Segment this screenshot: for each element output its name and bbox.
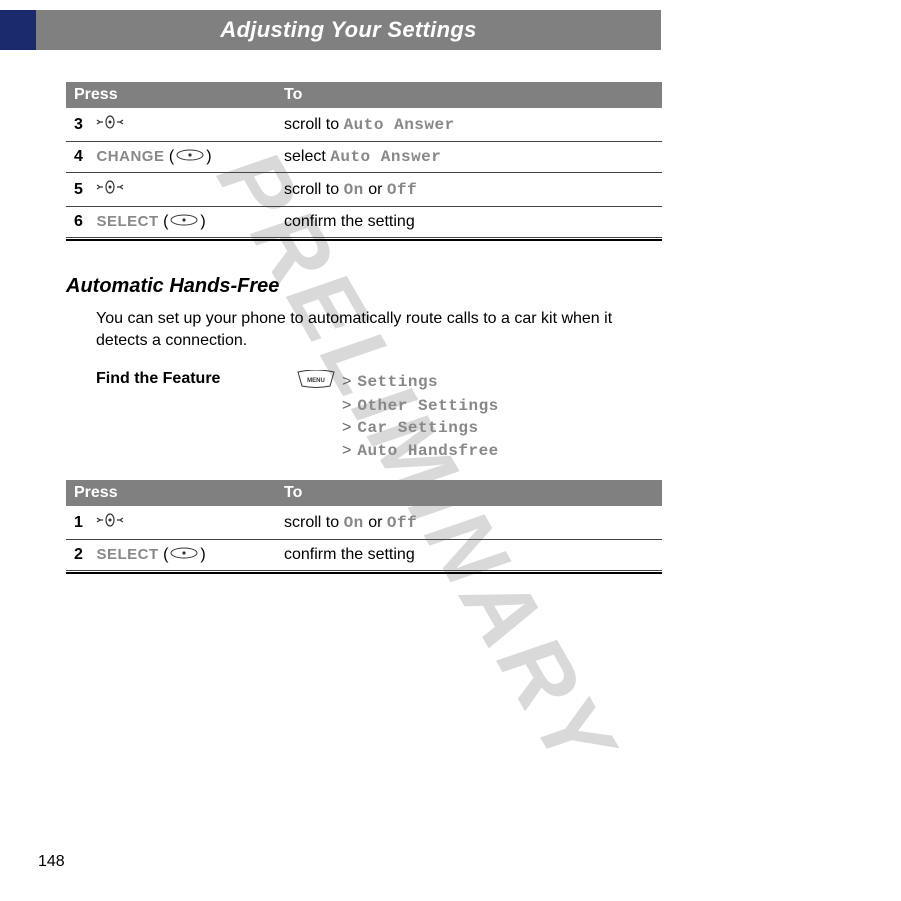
path-separator: >: [342, 417, 351, 439]
step-number: 2: [74, 546, 92, 564]
to-text: or: [364, 181, 387, 198]
step-number: 4: [74, 148, 92, 166]
menu-path-item: Car Settings: [357, 417, 478, 439]
press-to-table-1: Press To 3: [66, 82, 662, 237]
to-text: scroll to: [284, 116, 344, 133]
step-number: 3: [74, 116, 92, 134]
softkey-label: CHANGE: [96, 148, 164, 165]
lcd-text: Auto Answer: [344, 116, 455, 134]
table-end-rule: [66, 237, 662, 241]
lcd-text: On: [344, 181, 364, 199]
page-number: 148: [38, 853, 65, 871]
paren-close: ): [200, 213, 205, 230]
lcd-text: Off: [387, 514, 417, 532]
nav-icon: [96, 179, 124, 200]
menu-key-label: MENU: [307, 378, 325, 384]
softkey-icon: [170, 213, 198, 231]
col-header-to: To: [276, 82, 662, 108]
col-header-press: Press: [66, 82, 276, 108]
col-header-press: Press: [66, 480, 276, 506]
body-text: You can set up your phone to automatical…: [96, 308, 662, 351]
step-number: 5: [74, 181, 92, 199]
path-separator: >: [342, 371, 351, 393]
paren-open: (: [164, 148, 174, 165]
section-heading: Automatic Hands-Free: [66, 275, 662, 298]
find-feature-label: Find the Feature: [96, 370, 296, 388]
nav-icon: [96, 114, 124, 135]
table-row: 4 CHANGE ( ) select Auto Answer: [66, 142, 662, 173]
menu-path-item: Auto Handsfree: [357, 440, 498, 462]
content-area: Press To 3: [66, 82, 662, 574]
menu-path-item: Settings: [357, 371, 438, 393]
table-end-rule: [66, 570, 662, 574]
lcd-text: Auto Answer: [330, 148, 441, 166]
softkey-icon: [176, 148, 204, 166]
table-row: 3: [66, 108, 662, 142]
lcd-text: Off: [387, 181, 417, 199]
paren-open: (: [159, 546, 169, 563]
softkey-label: SELECT: [96, 546, 158, 563]
press-to-table-2: Press To 1: [66, 480, 662, 570]
to-text: scroll to: [284, 181, 344, 198]
paren-open: (: [159, 213, 169, 230]
lcd-text: On: [344, 514, 364, 532]
to-text: or: [364, 514, 387, 531]
softkey-icon: [170, 546, 198, 564]
to-text: select: [284, 148, 330, 165]
table-row: 1: [66, 506, 662, 540]
to-text: confirm the setting: [284, 546, 415, 563]
path-separator: >: [342, 440, 351, 462]
menu-path: MENU > Settings > Other Settings > Car S…: [296, 370, 499, 463]
col-header-to: To: [276, 480, 662, 506]
table-row: 6 SELECT ( ) confirm the setting: [66, 207, 662, 238]
paren-close: ): [206, 148, 211, 165]
to-text: scroll to: [284, 514, 344, 531]
page: Adjusting Your Settings PRELIMINARY Pres…: [0, 0, 901, 901]
header-accent: [0, 10, 36, 50]
step-number: 1: [74, 514, 92, 532]
menu-path-item: Other Settings: [357, 395, 498, 417]
table-row: 5: [66, 173, 662, 207]
paren-close: ): [200, 546, 205, 563]
chapter-header: Adjusting Your Settings: [0, 10, 661, 50]
step-number: 6: [74, 213, 92, 231]
softkey-label: SELECT: [96, 213, 158, 230]
menu-key-icon: MENU: [296, 370, 336, 395]
find-the-feature: Find the Feature MENU > Settings > Other…: [96, 370, 662, 463]
chapter-title: Adjusting Your Settings: [36, 17, 661, 43]
path-separator: >: [342, 395, 351, 417]
table-row: 2 SELECT ( ) confirm the setting: [66, 540, 662, 571]
nav-icon: [96, 512, 124, 533]
to-text: confirm the setting: [284, 213, 415, 230]
